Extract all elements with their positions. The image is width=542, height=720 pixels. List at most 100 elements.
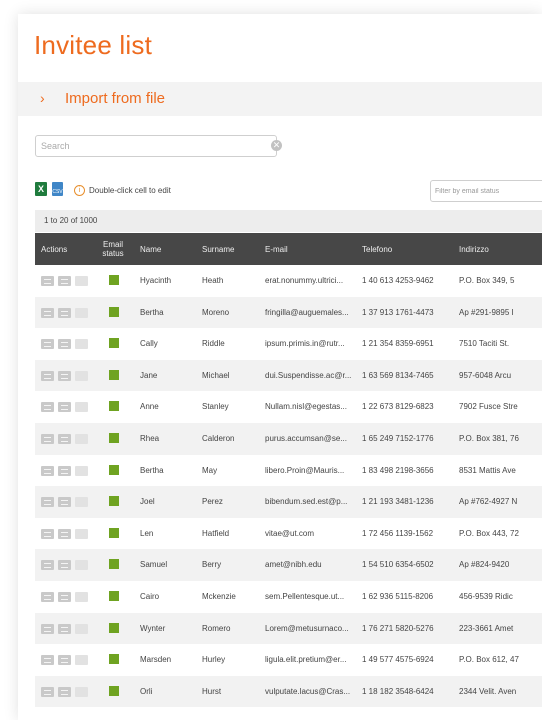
telefono-cell[interactable]: 1 76 271 5820-5276 [362,613,454,645]
column-header-actions[interactable]: Actions [41,233,67,265]
table-row[interactable]: Jane Michael dui.Suspendisse.ac@r... 1 63 5… [35,359,542,392]
telefono-cell[interactable]: 1 22 673 8129-6823 [362,391,454,423]
indirizzo-cell[interactable]: P.O. Box 612, 47 [459,644,542,676]
name-cell[interactable]: Hyacinth [140,265,198,297]
email-cell[interactable]: sem.Pellentesque.ut... [265,581,357,613]
telefono-cell[interactable]: 1 37 913 1761-4473 [362,297,454,329]
email-cell[interactable]: Nullam.nisl@egestas... [265,391,357,423]
surname-cell[interactable]: Perez [202,486,262,518]
edit-row-icon[interactable] [41,433,54,444]
message-row-icon[interactable] [58,623,71,634]
email-cell[interactable]: bibendum.sed.est@p... [265,486,357,518]
telefono-cell[interactable]: 1 54 510 6354-6502 [362,549,454,581]
delete-row-icon[interactable] [75,465,88,476]
telefono-cell[interactable]: 1 63 569 8134-7465 [362,360,454,392]
message-row-icon[interactable] [58,560,71,571]
indirizzo-cell[interactable]: 7902 Fusce Stre [459,391,542,423]
column-header-indirizzo[interactable]: Indirizzo [459,233,489,265]
delete-row-icon[interactable] [75,307,88,318]
email-cell[interactable]: Lorem@metusurnaco... [265,613,357,645]
indirizzo-cell[interactable]: Ap #824-9420 [459,549,542,581]
email-cell[interactable]: fringilla@auguemales... [265,297,357,329]
edit-row-icon[interactable] [41,307,54,318]
message-row-icon[interactable] [58,276,71,286]
name-cell[interactable]: Joel [140,486,198,518]
delete-row-icon[interactable] [75,591,88,602]
email-cell[interactable]: ipsum.primis.in@rutr... [265,328,357,360]
column-header-surname[interactable]: Surname [202,233,234,265]
delete-row-icon[interactable] [75,686,88,697]
delete-row-icon[interactable] [75,655,88,666]
edit-row-icon[interactable] [41,370,54,381]
delete-row-icon[interactable] [75,402,88,413]
indirizzo-cell[interactable]: P.O. Box 349, 5 [459,265,542,297]
telefono-cell[interactable]: 1 65 249 7152-1776 [362,423,454,455]
message-row-icon[interactable] [58,307,71,318]
edit-row-icon[interactable] [41,655,54,666]
name-cell[interactable]: Cally [140,328,198,360]
delete-row-icon[interactable] [75,339,88,350]
name-cell[interactable]: Bertha [140,455,198,487]
table-row[interactable]: Bertha Moreno fringilla@auguemales... 1 37 … [35,296,542,329]
search-input[interactable] [35,135,277,157]
csv-export-icon[interactable]: CSV [52,182,63,196]
email-status-filter-input[interactable] [430,180,542,202]
name-cell[interactable]: Samuel [140,549,198,581]
table-row[interactable]: Hyacinth Heath erat.nonummy.ultrici... 1 40… [35,265,542,297]
surname-cell[interactable]: Heath [202,265,262,297]
table-row[interactable]: Bertha May libero.Proin@Mauris... 1 83 498 … [35,455,542,487]
name-cell[interactable]: Len [140,518,198,550]
table-row[interactable]: Anne Stanley Nullam.nisl@egestas... 1 22 67… [35,391,542,423]
message-row-icon[interactable] [58,655,71,666]
telefono-cell[interactable]: 1 40 613 4253-9462 [362,265,454,297]
telefono-cell[interactable]: 1 83 498 2198-3656 [362,455,454,487]
column-header-name[interactable]: Name [140,233,161,265]
indirizzo-cell[interactable]: 8531 Mattis Ave [459,455,542,487]
edit-row-icon[interactable] [41,276,54,286]
message-row-icon[interactable] [58,370,71,381]
indirizzo-cell[interactable]: P.O. Box 381, 76 [459,423,542,455]
edit-row-icon[interactable] [41,339,54,350]
column-header-telefono[interactable]: Telefono [362,233,392,265]
email-cell[interactable]: erat.nonummy.ultrici... [265,265,357,297]
name-cell[interactable]: Wynter [140,613,198,645]
email-cell[interactable]: amet@nibh.edu [265,549,357,581]
name-cell[interactable]: Anne [140,391,198,423]
table-row[interactable]: Wynter Romero Lorem@metusurnaco... 1 76 271… [35,612,542,645]
telefono-cell[interactable]: 1 72 456 1139-1562 [362,518,454,550]
email-cell[interactable]: purus.accumsan@se... [265,423,357,455]
telefono-cell[interactable]: 1 49 577 4575-6924 [362,644,454,676]
telefono-cell[interactable]: 1 62 936 5115-8206 [362,581,454,613]
surname-cell[interactable]: Hurst [202,676,262,708]
edit-row-icon[interactable] [41,686,54,697]
name-cell[interactable]: Jane [140,360,198,392]
indirizzo-cell[interactable]: 223-3661 Amet [459,613,542,645]
surname-cell[interactable]: Romero [202,613,262,645]
surname-cell[interactable]: Hatfield [202,518,262,550]
telefono-cell[interactable]: 1 21 193 3481-1236 [362,486,454,518]
delete-row-icon[interactable] [75,276,88,286]
indirizzo-cell[interactable]: Ap #762-4927 N [459,486,542,518]
message-row-icon[interactable] [58,465,71,476]
name-cell[interactable]: Cairo [140,581,198,613]
table-row[interactable]: Samuel Berry amet@nibh.edu 1 54 510 6354-65… [35,549,542,581]
surname-cell[interactable]: Moreno [202,297,262,329]
table-row[interactable]: Cally Riddle ipsum.primis.in@rutr... 1 21 3… [35,328,542,360]
email-cell[interactable]: vulputate.lacus@Cras... [265,676,357,708]
indirizzo-cell[interactable]: 7510 Taciti St. [459,328,542,360]
indirizzo-cell[interactable]: 2344 Velit. Aven [459,676,542,708]
message-row-icon[interactable] [58,686,71,697]
edit-row-icon[interactable] [41,560,54,571]
message-row-icon[interactable] [58,339,71,350]
surname-cell[interactable]: Berry [202,549,262,581]
edit-row-icon[interactable] [41,465,54,476]
delete-row-icon[interactable] [75,497,88,508]
edit-row-icon[interactable] [41,497,54,508]
indirizzo-cell[interactable]: 456-9539 Ridic [459,581,542,613]
edit-row-icon[interactable] [41,402,54,413]
name-cell[interactable]: Rhea [140,423,198,455]
email-cell[interactable]: libero.Proin@Mauris... [265,455,357,487]
delete-row-icon[interactable] [75,623,88,634]
telefono-cell[interactable]: 1 21 354 8359-6951 [362,328,454,360]
edit-row-icon[interactable] [41,528,54,539]
